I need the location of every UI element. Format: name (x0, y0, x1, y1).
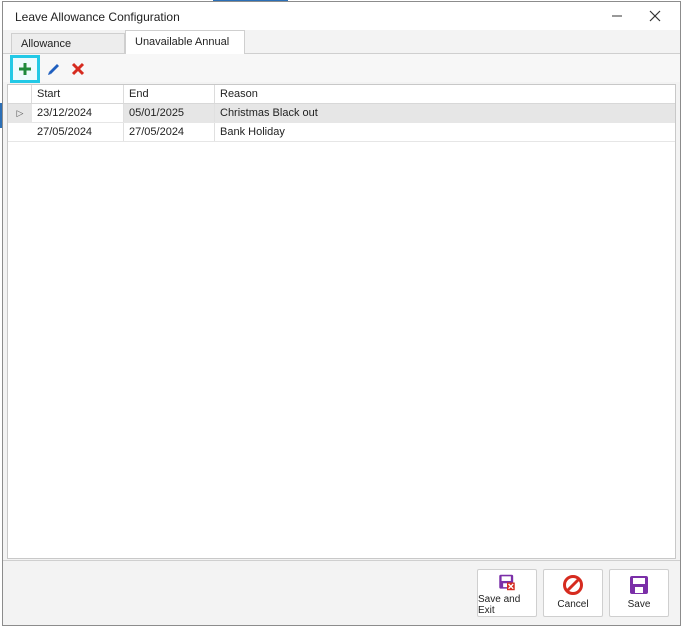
close-icon (649, 10, 661, 22)
save-label: Save (627, 599, 651, 610)
cancel-icon (563, 575, 583, 595)
dialog-window: Leave Allowance Configuration Allowance … (2, 1, 681, 626)
indicator-header (8, 85, 32, 103)
row-indicator (8, 123, 32, 141)
cell-reason[interactable]: Bank Holiday (215, 123, 675, 141)
save-and-exit-label: Save and Exit (478, 594, 521, 616)
minimize-icon (612, 15, 622, 17)
save-icon (630, 576, 648, 594)
cell-reason[interactable]: Christmas Black out (215, 104, 675, 122)
window-title: Leave Allowance Configuration (15, 10, 180, 24)
delete-button[interactable] (65, 56, 91, 82)
table-row[interactable]: ▷ 23/12/2024 05/01/2025 Christmas Black … (8, 104, 675, 123)
tab-unavailable-annual-leave[interactable]: Unavailable Annual Leave (125, 30, 245, 70)
tab-strip: Allowance Configuration Unavailable Annu… (3, 30, 680, 70)
cancel-button[interactable]: Cancel (543, 569, 603, 617)
edit-button[interactable] (41, 56, 67, 82)
column-header-start[interactable]: Start (32, 85, 124, 103)
grid-header: Start End Reason (8, 85, 675, 104)
save-and-exit-button[interactable]: Save and Exit (477, 569, 537, 617)
toolbar (3, 54, 680, 83)
cell-end[interactable]: 27/05/2024 (124, 123, 215, 141)
save-button[interactable]: Save (609, 569, 669, 617)
save-and-exit-icon (499, 574, 515, 591)
column-header-reason[interactable]: Reason (215, 85, 675, 103)
cell-start[interactable]: 23/12/2024 (32, 104, 124, 122)
cell-start[interactable]: 27/05/2024 (32, 123, 124, 141)
edit-pencil-icon (48, 64, 59, 75)
row-indicator-icon: ▷ (16, 108, 24, 118)
tab-allowance-configuration[interactable]: Allowance Configuration (11, 33, 125, 70)
delete-x-icon (71, 62, 85, 76)
close-button[interactable] (640, 5, 670, 27)
add-button[interactable] (10, 55, 40, 83)
leave-grid: Start End Reason ▷ 23/12/2024 05/01/2025… (7, 84, 676, 559)
cancel-label: Cancel (557, 599, 589, 610)
add-icon (19, 63, 31, 75)
title-bar: Leave Allowance Configuration (3, 2, 680, 30)
column-header-end[interactable]: End (124, 85, 215, 103)
footer-bar: Save and Exit Cancel Save (3, 560, 680, 625)
table-row[interactable]: 27/05/2024 27/05/2024 Bank Holiday (8, 123, 675, 142)
cell-end[interactable]: 05/01/2025 (124, 104, 215, 122)
minimize-button[interactable] (602, 5, 632, 27)
